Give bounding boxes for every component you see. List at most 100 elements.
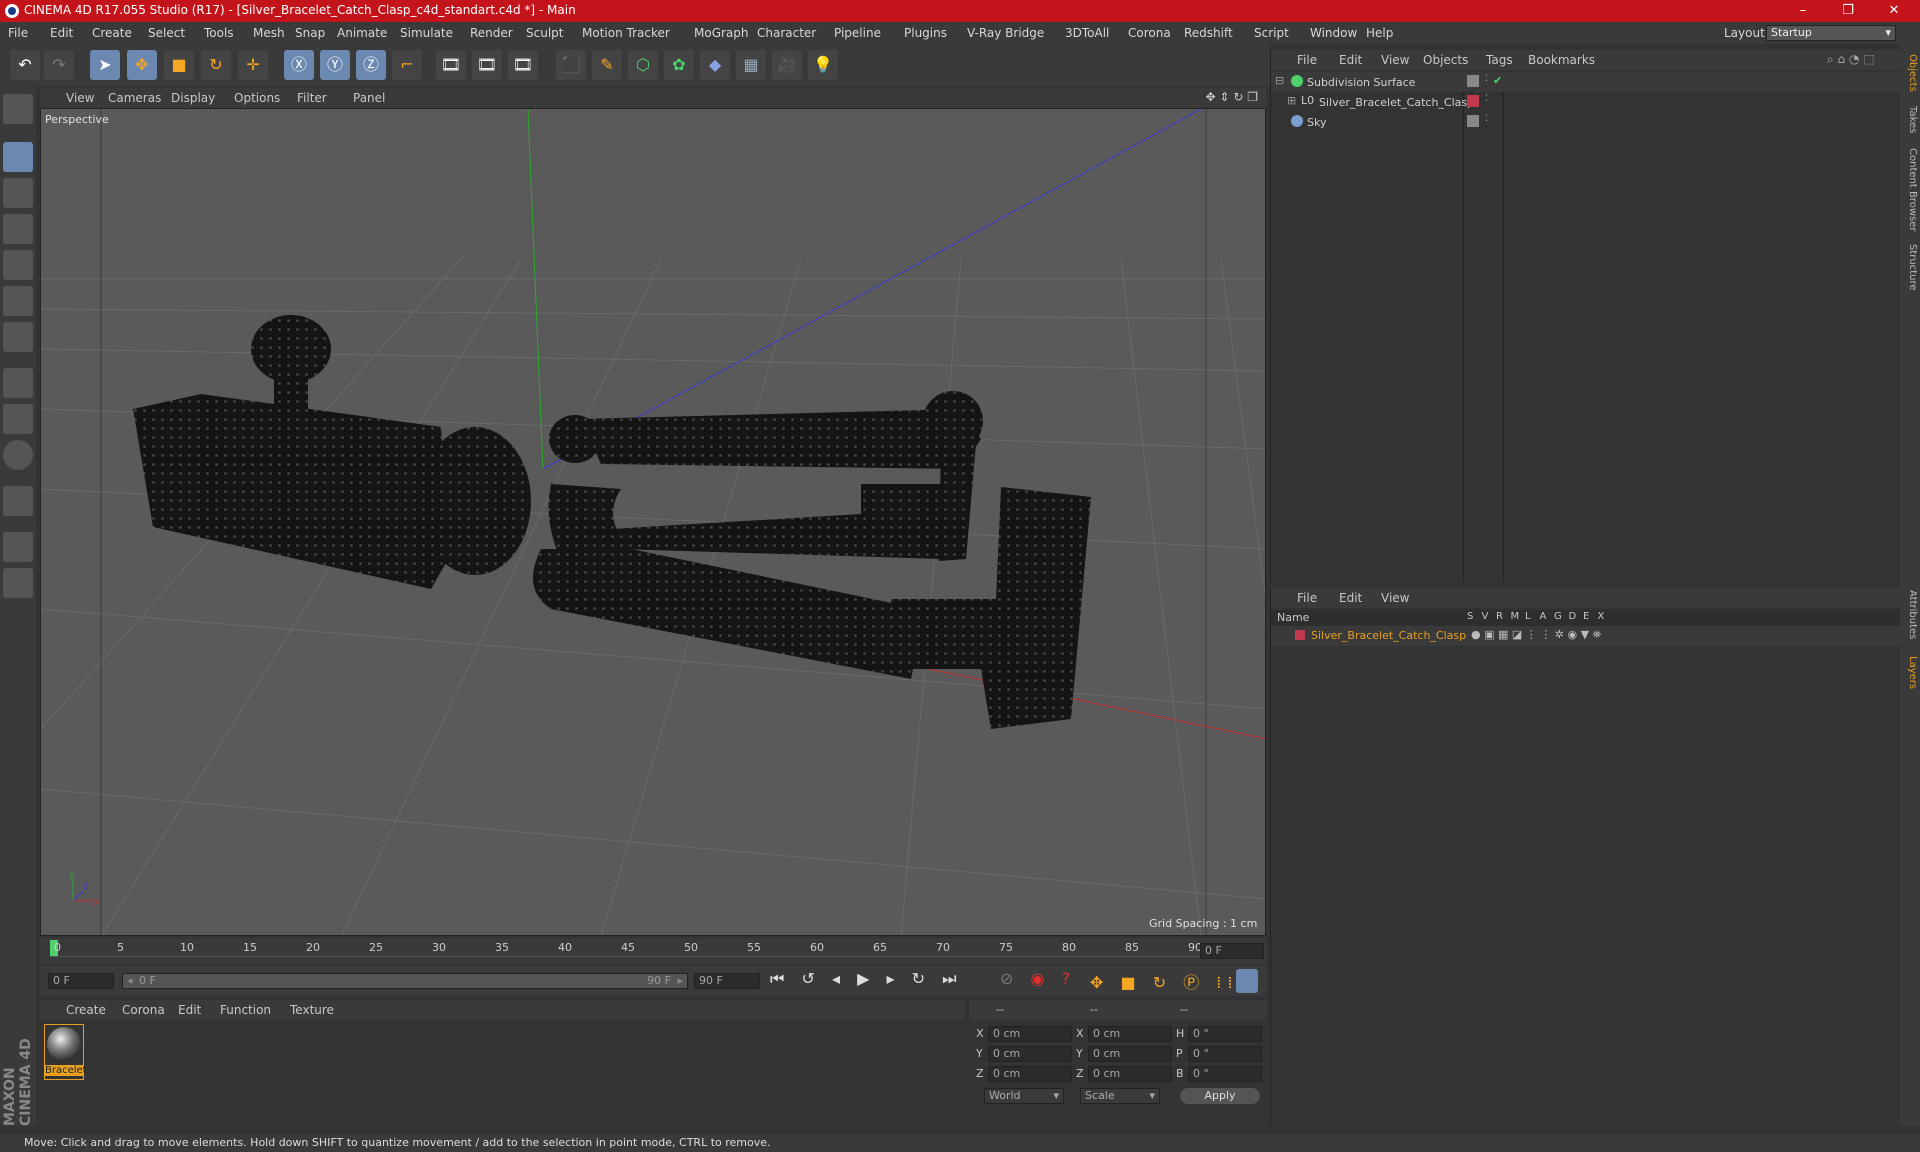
- menu-help[interactable]: Help: [1366, 26, 1393, 40]
- layer-row[interactable]: Silver_Bracelet_Catch_Clasp ● ▣ ▦ ◪ ⋮ ⋮ …: [1271, 626, 1901, 646]
- timeline-ruler[interactable]: 0 5 10 15 20 25 30 35 40 45 50 55 60 65 70 75 80 85 90 0 F: [40, 938, 1266, 964]
- axis-mode-icon[interactable]: [3, 368, 33, 398]
- planar-workplane-icon[interactable]: [3, 568, 33, 598]
- perspective-viewport[interactable]: y x z Perspective Grid Spacing : 1 cm: [40, 108, 1266, 936]
- model-mode-icon[interactable]: [3, 142, 33, 172]
- menu-edit[interactable]: Edit: [50, 26, 73, 40]
- menu-file[interactable]: File: [8, 26, 28, 40]
- object-menu-file[interactable]: File: [1297, 53, 1317, 67]
- coord-world-select[interactable]: World ▾: [984, 1088, 1064, 1104]
- coord-rot-field[interactable]: 0 °: [1188, 1026, 1262, 1042]
- viewport-nav-icons[interactable]: ✥ ⇕ ↻ ❐: [1206, 90, 1258, 104]
- light-icon[interactable]: 💡: [808, 50, 838, 80]
- layer-col-r[interactable]: R: [1496, 611, 1503, 622]
- layer-menu-file[interactable]: File: [1297, 591, 1317, 605]
- subdivision-icon[interactable]: ⬡: [628, 50, 658, 80]
- menu-redshift[interactable]: Redshift: [1184, 26, 1233, 40]
- visibility-dots-icon[interactable]: ⁚: [1485, 74, 1488, 84]
- menu-select[interactable]: Select: [148, 26, 185, 40]
- timeline-layout-icon[interactable]: [1236, 969, 1258, 993]
- coord-rot-field[interactable]: 0 °: [1188, 1066, 1262, 1082]
- coord-pos-field[interactable]: 0 cm: [988, 1026, 1072, 1042]
- menu-3dtoall[interactable]: 3DToAll: [1065, 26, 1109, 40]
- layer-color-icon[interactable]: [1467, 95, 1479, 107]
- object-menu-view[interactable]: View: [1381, 53, 1409, 67]
- coord-pos-field[interactable]: 0 cm: [988, 1046, 1072, 1062]
- transform-icon[interactable]: ✛: [238, 50, 268, 80]
- viewport-menu-filter[interactable]: Filter: [297, 91, 327, 105]
- camera-icon[interactable]: 🎥: [772, 50, 802, 80]
- render-picture-viewer-icon[interactable]: 🎞: [472, 50, 502, 80]
- rotate-icon[interactable]: ↻: [201, 50, 231, 80]
- z-axis-icon[interactable]: Ⓩ: [356, 50, 386, 80]
- coord-size-field[interactable]: 0 cm: [1088, 1026, 1172, 1042]
- menu-tools[interactable]: Tools: [204, 26, 234, 40]
- menu-pipeline[interactable]: Pipeline: [834, 26, 881, 40]
- workplane-icon[interactable]: [3, 214, 33, 244]
- edges-mode-icon[interactable]: [3, 286, 33, 316]
- menu-mograph[interactable]: MoGraph: [694, 26, 749, 40]
- layer-tag-icon[interactable]: [1467, 115, 1479, 127]
- object-menu-edit[interactable]: Edit: [1339, 53, 1362, 67]
- menu-create[interactable]: Create: [92, 26, 132, 40]
- menu-corona[interactable]: Corona: [1128, 26, 1171, 40]
- y-axis-icon[interactable]: Ⓨ: [320, 50, 350, 80]
- select-arrow-icon[interactable]: ➤: [90, 50, 120, 80]
- playback-controls[interactable]: ⏮ ↺ ◂ ▶ ▸ ↻ ⏭: [770, 969, 963, 989]
- lock-workplane-icon[interactable]: [3, 532, 33, 562]
- visibility-dots-icon[interactable]: ⁚: [1485, 114, 1488, 124]
- coord-rot-field[interactable]: 0 °: [1188, 1046, 1262, 1062]
- array-icon[interactable]: ✿: [664, 50, 694, 80]
- menu-character[interactable]: Character: [757, 26, 816, 40]
- tab-structure[interactable]: Structure: [1902, 244, 1918, 291]
- material-menu-corona[interactable]: Corona: [122, 1003, 165, 1017]
- layer-col-v[interactable]: V: [1482, 611, 1489, 622]
- snap-icon[interactable]: [3, 440, 33, 470]
- end-frame-field[interactable]: 90 F: [694, 973, 760, 989]
- expand-icon[interactable]: ⊞: [1287, 94, 1296, 107]
- move-icon[interactable]: ✥: [127, 50, 157, 80]
- layer-col-g[interactable]: G: [1554, 611, 1562, 622]
- tab-objects[interactable]: Objects: [1902, 54, 1918, 92]
- undo-icon[interactable]: ↶: [10, 50, 40, 80]
- coord-size-field[interactable]: 0 cm: [1088, 1066, 1172, 1082]
- layer-col-e[interactable]: E: [1583, 611, 1589, 622]
- material-menu-texture[interactable]: Texture: [290, 1003, 334, 1017]
- polygons-mode-icon[interactable]: [3, 322, 33, 352]
- menu-script[interactable]: Script: [1254, 26, 1289, 40]
- apply-button[interactable]: Apply: [1180, 1088, 1260, 1104]
- layer-col-x[interactable]: X: [1598, 611, 1605, 622]
- layer-col-s[interactable]: S: [1467, 611, 1473, 622]
- coord-size-field[interactable]: 0 cm: [1088, 1046, 1172, 1062]
- object-manager-tools-icons[interactable]: ⌕ ⌂ ◔ ⬚: [1827, 52, 1875, 67]
- menu-simulate[interactable]: Simulate: [400, 26, 453, 40]
- deformer-icon[interactable]: ◆: [700, 50, 730, 80]
- x-axis-icon[interactable]: Ⓧ: [284, 50, 314, 80]
- layer-tag-icon[interactable]: [1467, 75, 1479, 87]
- restore-icon[interactable]: ❐: [1838, 2, 1858, 20]
- viewport-menu-options[interactable]: Options: [234, 91, 280, 105]
- tab-attributes[interactable]: Attributes: [1902, 590, 1918, 639]
- record-controls[interactable]: ⊘ ◉ ?: [1000, 969, 1076, 988]
- coordinate-system-icon[interactable]: ⌐: [392, 50, 422, 80]
- layer-menu-edit[interactable]: Edit: [1339, 591, 1362, 605]
- minimize-icon[interactable]: –: [1793, 2, 1813, 20]
- menu-sculpt[interactable]: Sculpt: [526, 26, 563, 40]
- texture-mode-icon[interactable]: [3, 178, 33, 208]
- object-row-sky[interactable]: Sky ⁚: [1271, 112, 1901, 132]
- tab-content-browser[interactable]: Content Browser: [1902, 148, 1918, 231]
- expand-icon[interactable]: ⊟: [1275, 74, 1284, 87]
- keyframe-controls[interactable]: ✥ ■ ↻ Ⓟ ⁞⁞: [1090, 969, 1238, 993]
- start-frame-field[interactable]: 0 F: [48, 973, 114, 989]
- layer-col-a[interactable]: A: [1540, 611, 1547, 622]
- points-mode-icon[interactable]: [3, 250, 33, 280]
- object-row-subdivision[interactable]: ⊟ Subdivision Surface ⁚ ✔: [1271, 72, 1901, 92]
- magnet-icon[interactable]: [3, 486, 33, 516]
- menu-animate[interactable]: Animate: [337, 26, 387, 40]
- layer-col-d[interactable]: D: [1569, 611, 1577, 622]
- menu-render[interactable]: Render: [470, 26, 513, 40]
- viewport-menu-view[interactable]: View: [66, 91, 94, 105]
- floor-icon[interactable]: ▦: [736, 50, 766, 80]
- visibility-dots-icon[interactable]: ⁚: [1485, 94, 1488, 104]
- viewport-menu-panel[interactable]: Panel: [353, 91, 385, 105]
